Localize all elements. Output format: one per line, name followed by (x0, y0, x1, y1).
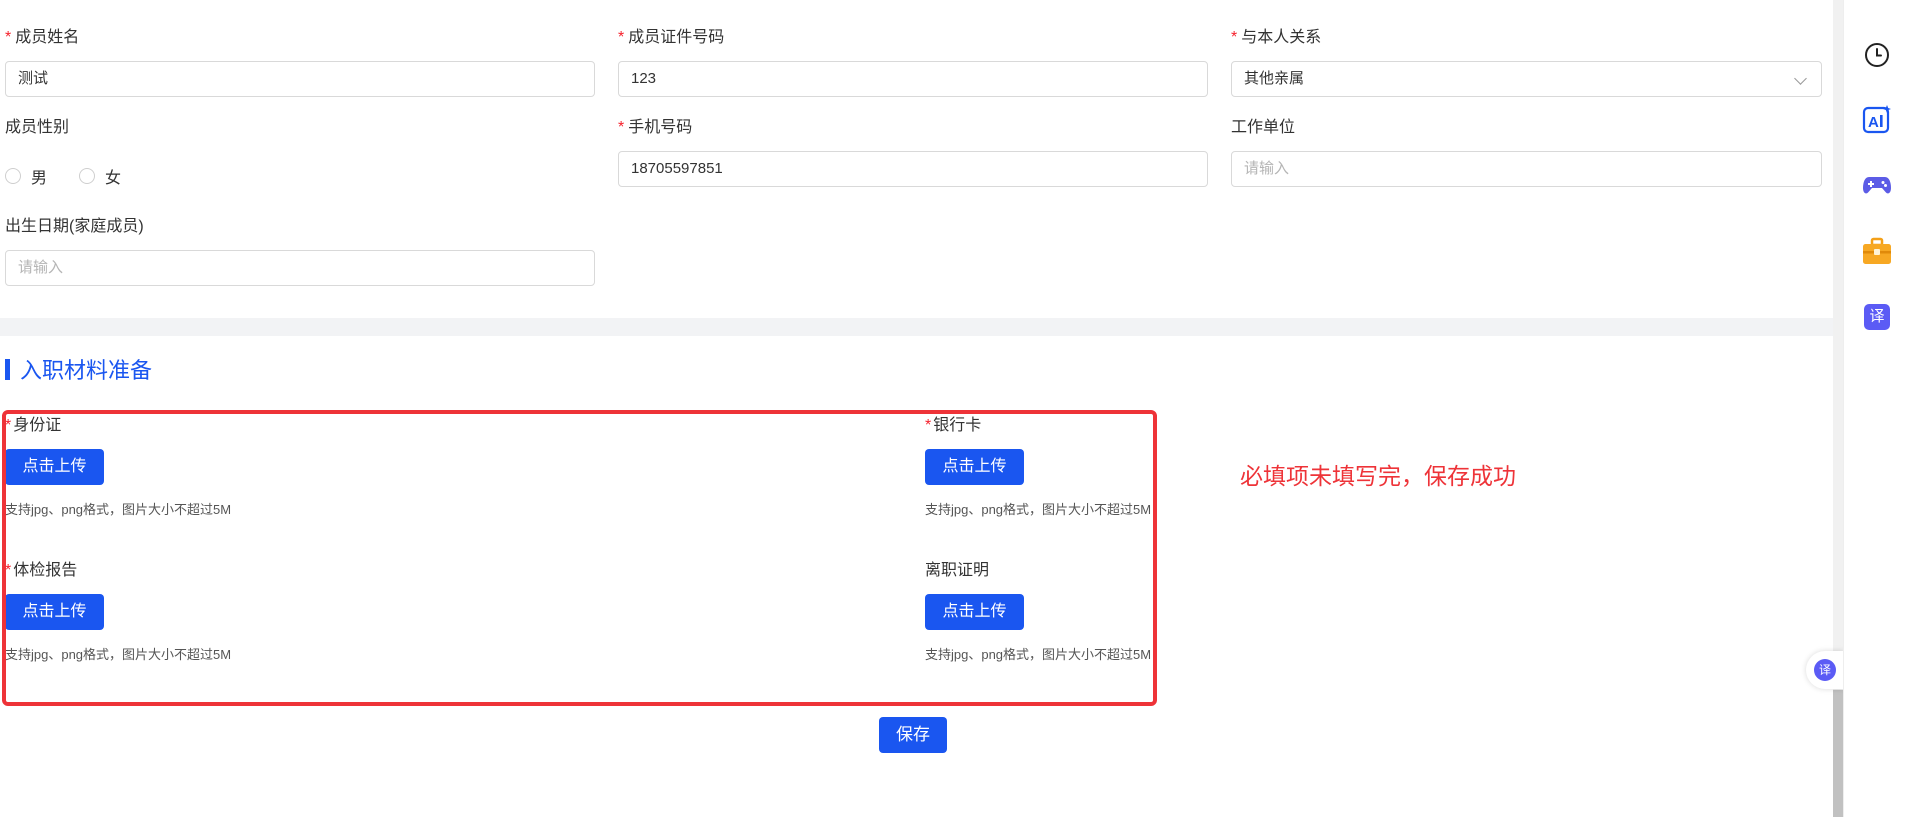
required-mark: * (618, 29, 625, 46)
member-name-label: * 成员姓名 (5, 29, 80, 46)
phone-input[interactable]: 18705597851 (618, 151, 1208, 187)
section-title: 入职材料准备 (20, 358, 153, 383)
member-id-label: * 成员证件号码 (618, 29, 725, 46)
birth-date-input[interactable]: 请输入 (5, 250, 595, 286)
section-accent-bar (5, 358, 10, 380)
member-id-input[interactable]: 123 (618, 61, 1208, 97)
annotation-highlight-box (2, 410, 1157, 706)
member-name-input[interactable]: 测试 (5, 61, 595, 97)
translate-glyph: 译 (1869, 308, 1885, 325)
gender-radio-male[interactable]: 男 (5, 164, 47, 188)
clock-icon[interactable] (1862, 40, 1892, 70)
ai-icon[interactable]: A (1862, 104, 1892, 134)
gender-option-female: 女 (105, 170, 122, 187)
birth-date-label: 出生日期(家庭成员) (5, 218, 144, 235)
floating-translate-button[interactable]: 译 (1806, 651, 1844, 689)
relationship-select[interactable]: 其他亲属 (1231, 61, 1822, 97)
toolbox-icon[interactable] (1862, 236, 1892, 266)
translate-icon: 译 (1814, 659, 1836, 681)
required-mark: * (1231, 29, 1238, 46)
employer-label: 工作单位 (1231, 119, 1296, 136)
relationship-label: * 与本人关系 (1231, 29, 1322, 46)
section-divider (0, 318, 1833, 336)
svg-text:A: A (1868, 114, 1879, 131)
required-mark: * (5, 29, 12, 46)
gender-option-male: 男 (31, 170, 48, 187)
save-button[interactable]: 保存 (879, 717, 947, 753)
employer-input[interactable]: 请输入 (1231, 151, 1822, 187)
gamepad-icon[interactable] (1862, 170, 1892, 200)
section-heading: 入职材料准备 (5, 354, 152, 384)
radio-circle (79, 168, 95, 184)
chevron-down-icon (1794, 72, 1807, 85)
relationship-value: 其他亲属 (1244, 70, 1305, 87)
gender-radio-female[interactable]: 女 (79, 164, 121, 188)
annotation-note: 必填项未填写完，保存成功 (1240, 463, 1516, 489)
translate-icon[interactable]: 译 (1862, 302, 1892, 332)
scrollbar-thumb[interactable] (1833, 690, 1843, 817)
radio-circle (5, 168, 21, 184)
form-page: * 成员姓名 测试 * 成员证件号码 123 * 与本人关系 其他亲属 成员性别 男 … (0, 0, 1833, 817)
required-mark: * (618, 119, 625, 136)
gender-label: 成员性别 (5, 119, 70, 136)
phone-label: * 手机号码 (618, 119, 693, 136)
